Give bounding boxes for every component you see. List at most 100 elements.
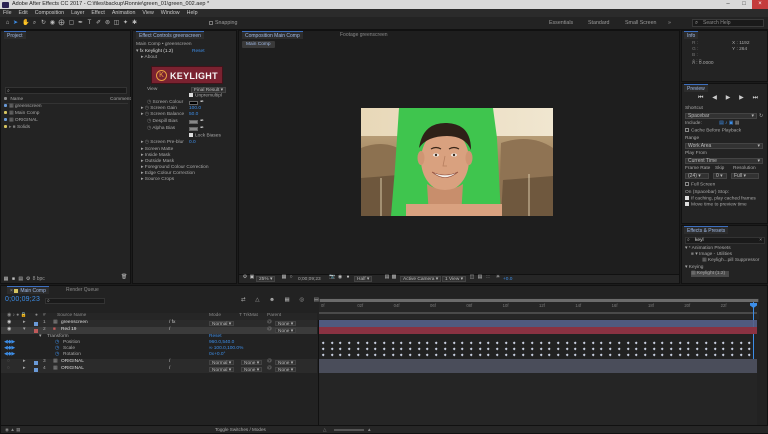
menu-help[interactable]: Help <box>187 9 198 17</box>
track-matte-dropdown[interactable]: None ▾ <box>241 366 263 373</box>
keyframe-marker[interactable] <box>521 353 525 357</box>
source-name-header[interactable]: Source Name <box>57 313 86 320</box>
keyframe-marker[interactable] <box>547 353 552 357</box>
next-frame-icon[interactable]: ▶ <box>739 95 744 102</box>
keyframe-marker[interactable] <box>565 347 569 351</box>
play-icon[interactable]: ▶ <box>726 95 731 102</box>
keyframe-marker[interactable] <box>669 341 673 345</box>
keyframe-marker[interactable] <box>469 353 473 357</box>
pick-whip-icon[interactable]: @ <box>267 320 272 327</box>
keyframe-marker[interactable] <box>356 353 360 357</box>
keyframe-marker[interactable] <box>669 347 673 351</box>
keyframe-marker[interactable] <box>373 353 378 357</box>
keyframe-marker[interactable] <box>399 347 404 351</box>
keyframe-marker[interactable] <box>425 341 430 345</box>
new-composition-icon[interactable]: ▤ <box>18 277 24 282</box>
hide-shy-icon[interactable]: ☻ <box>269 297 275 305</box>
fx-badge[interactable]: fx <box>140 49 144 54</box>
keyframe-marker[interactable] <box>608 341 612 345</box>
keyframe-marker[interactable] <box>478 341 482 345</box>
keyframe-marker[interactable] <box>521 347 525 351</box>
list-item[interactable]: ▦ ORIGINAL <box>4 118 38 124</box>
keyframe-marker[interactable] <box>469 347 473 351</box>
keyframe-marker[interactable] <box>652 341 656 345</box>
keyframe-marker[interactable] <box>356 347 360 351</box>
frame-blending-icon[interactable]: ▦ <box>285 297 290 305</box>
keyframe-marker[interactable] <box>747 341 752 345</box>
toggle-switches-modes[interactable]: Toggle Switches / Modes <box>215 426 266 434</box>
keyframe-marker[interactable] <box>599 347 604 351</box>
menu-view[interactable]: View <box>142 9 153 17</box>
table-row[interactable]: ◉ ▸ 1 ▦ greenscreen / fx Normal ▾ @ None… <box>1 320 317 327</box>
tab-main-comp-timeline[interactable]: × Main Comp <box>7 286 49 294</box>
tab-effect-controls[interactable]: Effect Controls greenscreen <box>136 31 204 39</box>
grid-guides-icon[interactable]: ▦ <box>281 275 287 280</box>
workspace-essentials[interactable]: Essentials <box>549 20 573 26</box>
keyframe-marker[interactable] <box>321 347 325 351</box>
project-settings-icon[interactable]: ⚙ <box>25 277 31 282</box>
blend-mode-dropdown[interactable]: Normal ▾ <box>209 320 235 327</box>
label-color-swatch[interactable] <box>34 360 38 365</box>
include-overlays-icon[interactable]: ▣ <box>729 121 734 126</box>
keyframe-marker[interactable] <box>634 347 639 351</box>
keyframe-marker[interactable] <box>452 341 456 345</box>
search-help-field[interactable]: ⌕ Search Help <box>692 19 764 27</box>
disclosure-icon[interactable]: ▸ <box>23 366 25 373</box>
keyframe-marker[interactable] <box>408 347 412 351</box>
pan-behind-tool-icon[interactable]: ⨁ <box>58 20 65 27</box>
keyframe-marker[interactable] <box>443 341 447 345</box>
keyframe-marker[interactable] <box>321 341 325 345</box>
keyframe-marker[interactable] <box>669 353 673 357</box>
label-color-swatch[interactable] <box>34 328 38 333</box>
keyframe-marker[interactable] <box>486 347 491 351</box>
rotate-tool-icon[interactable]: ↻ <box>40 20 47 27</box>
frame-rate-dropdown[interactable]: (24) ▾ <box>685 173 709 179</box>
keyframe-marker[interactable] <box>565 341 569 345</box>
keyframe-marker[interactable] <box>582 353 586 357</box>
keyframe-marker[interactable] <box>591 347 595 351</box>
keyframe-marker[interactable] <box>660 347 665 351</box>
keyframe-marker[interactable] <box>678 353 682 357</box>
new-folder-icon[interactable]: ■ <box>10 277 16 282</box>
keyframe-marker[interactable] <box>660 341 665 345</box>
layer-name[interactable]: Red 19 <box>61 327 76 334</box>
disclosure-icon[interactable]: ▸ <box>23 359 25 366</box>
timeline-current-time[interactable]: 0;00;09;23 <box>5 296 40 303</box>
keyframe-marker[interactable] <box>739 347 743 351</box>
keyframe-marker[interactable] <box>460 347 465 351</box>
camera-dropdown[interactable]: Active Camera ▾ <box>400 276 442 282</box>
keyframe-marker[interactable] <box>695 341 699 345</box>
keyframe-marker[interactable] <box>591 353 595 357</box>
table-row[interactable]: ○ ▸ 3 ▦ ORIGINAL / Normal ▾ None ▾ @ Non… <box>1 359 317 366</box>
about-link[interactable]: ▸ About <box>141 55 157 61</box>
draft-3d-icon[interactable]: △ <box>255 297 259 305</box>
pick-whip-icon[interactable]: @ <box>267 327 272 334</box>
parent-dropdown[interactable]: None ▾ <box>275 327 297 334</box>
clear-search-icon[interactable]: × <box>759 238 762 244</box>
keyframe-marker[interactable] <box>678 341 682 345</box>
keyframe-marker[interactable] <box>591 341 595 345</box>
keyframe-marker[interactable] <box>530 347 534 351</box>
keyframe-marker[interactable] <box>495 341 499 345</box>
keyframe-marker[interactable] <box>460 341 465 345</box>
tab-info[interactable]: Info <box>684 31 699 39</box>
workspace-standard[interactable]: Standard <box>588 20 610 26</box>
layer-switches-icon[interactable]: ◉ ▲ ▦ <box>5 426 20 434</box>
full-screen-checkbox[interactable]: Full Screen <box>685 182 715 188</box>
menu-window[interactable]: Window <box>161 9 180 17</box>
keyframe-marker[interactable] <box>713 353 717 357</box>
flowchart-icon[interactable]: ∷ <box>485 275 491 280</box>
menu-effect[interactable]: Effect <box>91 9 104 17</box>
keyframe-marker[interactable] <box>434 341 438 345</box>
disclosure-icon[interactable]: ▸ <box>141 106 143 111</box>
keyframe-marker[interactable] <box>512 347 517 351</box>
col-comment-header[interactable]: Comment <box>110 97 131 103</box>
keyframe-marker[interactable] <box>721 347 726 351</box>
keyframe-marker[interactable] <box>365 353 369 357</box>
blend-mode-dropdown[interactable]: Normal ▾ <box>209 359 235 366</box>
label-color-swatch[interactable] <box>34 321 38 326</box>
tab-project[interactable]: Project <box>4 31 26 39</box>
workspace-menu-icon[interactable]: » <box>668 20 671 26</box>
alpha-colour-swatch[interactable] <box>189 127 198 131</box>
parent-dropdown[interactable]: None ▾ <box>275 359 297 366</box>
